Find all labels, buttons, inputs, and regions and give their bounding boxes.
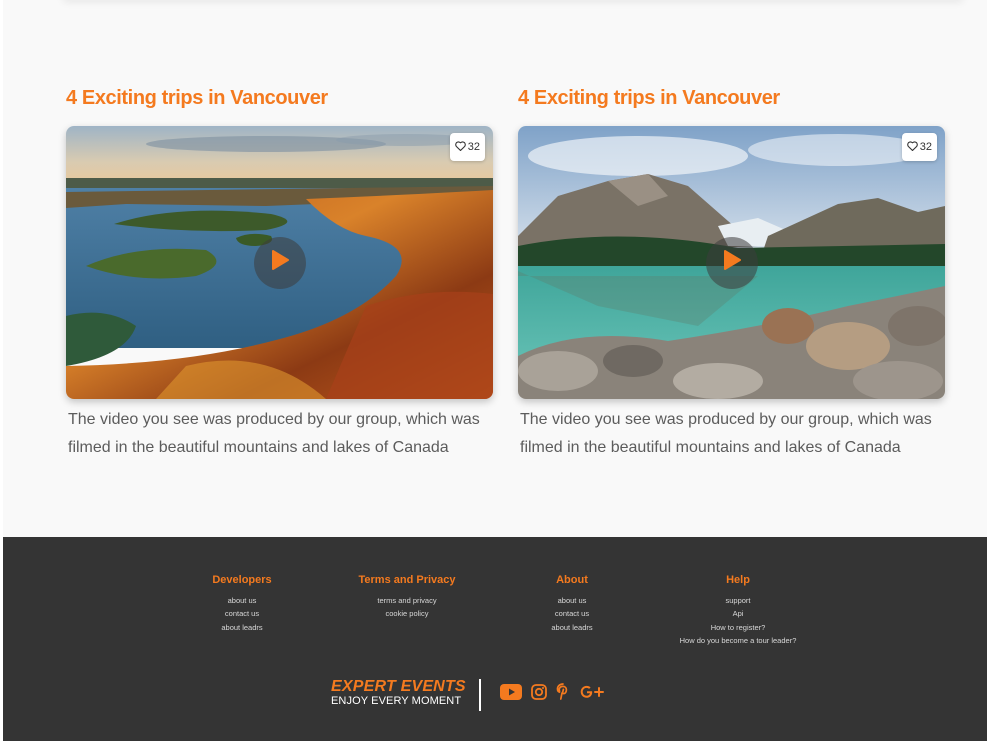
footer-column-terms: Terms and Privacy terms and privacy cook… (322, 573, 492, 621)
footer-link-become-tour-leader[interactable]: How do you become a tour leader? (653, 634, 823, 647)
google-plus-icon[interactable] (579, 684, 605, 705)
footer-link-support[interactable]: support (653, 594, 823, 607)
footer-link-about-leadrs[interactable]: about leadrs (157, 621, 327, 634)
footer-link-contact-us[interactable]: contact us (487, 607, 657, 620)
footer-link-about-us[interactable]: about us (487, 594, 657, 607)
brand-tagline: ENJOY EVERY MOMENT (331, 695, 462, 707)
video-card: 4 Exciting trips in Vancouver 32 The vid… (518, 85, 946, 461)
brand-title: EXPERT EVENTS (331, 678, 466, 695)
heart-icon (906, 140, 918, 154)
youtube-icon[interactable] (500, 683, 522, 705)
site-footer: Developers about us contact us about lea… (3, 537, 987, 741)
footer-link-about-us[interactable]: about us (157, 594, 327, 607)
play-button[interactable] (705, 236, 758, 289)
footer-column-about: About about us contact us about leadrs (487, 573, 657, 634)
social-links (500, 683, 605, 705)
like-count: 32 (467, 141, 480, 153)
footer-heading: Terms and Privacy (358, 574, 456, 586)
like-count: 32 (919, 141, 932, 153)
video-thumbnail[interactable]: 32 (518, 126, 945, 399)
pinterest-icon[interactable] (556, 683, 570, 705)
play-icon (722, 249, 742, 276)
heart-icon (454, 140, 466, 154)
play-icon (270, 249, 290, 276)
footer-link-about-leadrs[interactable]: about leadrs (487, 621, 657, 634)
like-button[interactable]: 32 (449, 133, 485, 161)
footer-brand[interactable]: EXPERT EVENTS ENJOY EVERY MOMENT (331, 678, 466, 708)
footer-heading: Help (726, 574, 750, 586)
footer-link-cookie-policy[interactable]: cookie policy (322, 607, 492, 620)
video-card: 4 Exciting trips in Vancouver 32 The vid… (66, 85, 494, 461)
video-thumbnail[interactable]: 32 (66, 126, 493, 399)
footer-link-contact-us[interactable]: contact us (157, 607, 327, 620)
footer-column-developers: Developers about us contact us about lea… (157, 573, 327, 634)
card-title[interactable]: 4 Exciting trips in Vancouver (66, 85, 494, 111)
footer-heading: About (556, 574, 588, 586)
footer-heading: Developers (212, 574, 272, 586)
play-button[interactable] (253, 236, 306, 289)
footer-link-api[interactable]: Api (653, 607, 823, 620)
like-button[interactable]: 32 (901, 133, 937, 161)
page: 4 Exciting trips in Vancouver 32 The vid… (3, 0, 987, 741)
card-description: The video you see was produced by our gr… (68, 411, 480, 456)
footer-link-how-to-register[interactable]: How to register? (653, 621, 823, 634)
footer-link-terms-and-privacy[interactable]: terms and privacy (322, 594, 492, 607)
footer-divider (479, 679, 481, 711)
footer-column-help: Help support Api How to register? How do… (653, 573, 823, 647)
instagram-icon[interactable] (531, 683, 547, 705)
card-description: The video you see was produced by our gr… (520, 411, 932, 456)
card-title[interactable]: 4 Exciting trips in Vancouver (518, 85, 946, 111)
